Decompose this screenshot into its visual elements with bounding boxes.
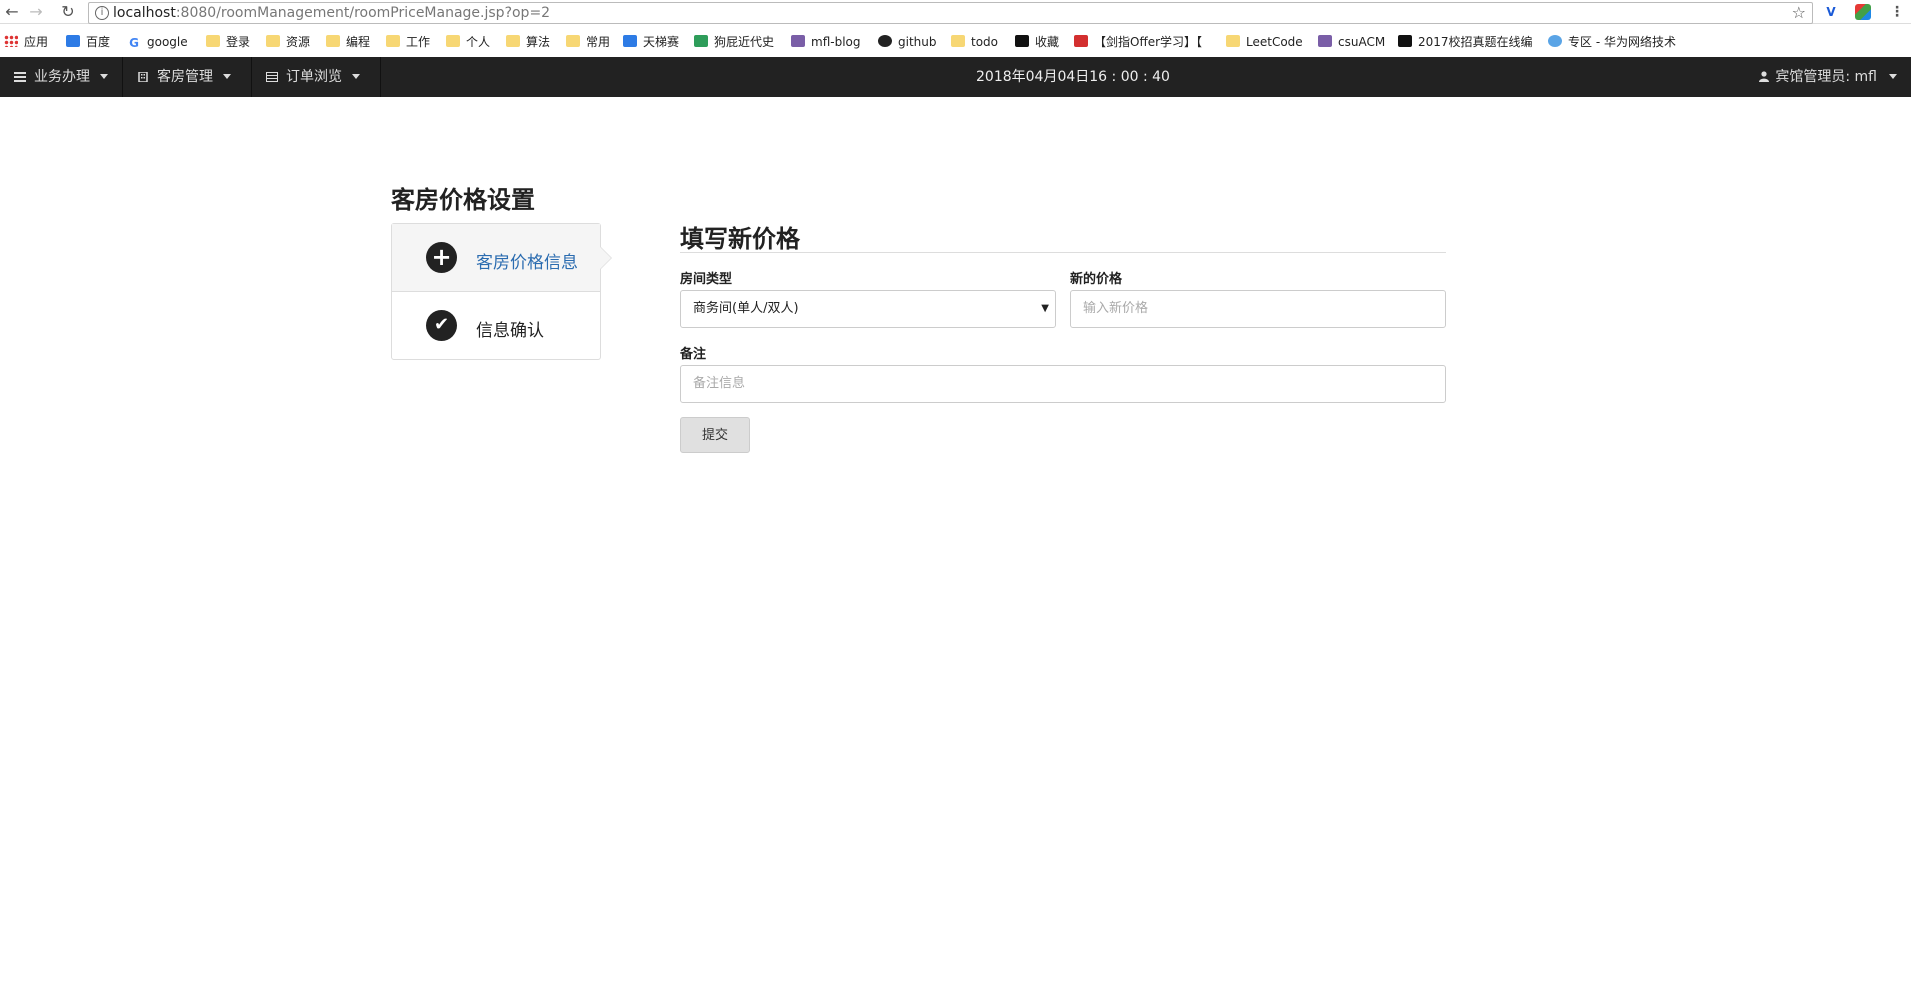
reload-icon[interactable]: ↻ — [58, 2, 78, 22]
step-confirm[interactable]: ✔ 信息确认 — [392, 292, 600, 360]
menu-business[interactable]: 业务办理 — [0, 57, 123, 97]
url-field[interactable]: i localhost:8080/roomManagement/roomPric… — [88, 2, 1813, 24]
extension-color-icon[interactable] — [1855, 4, 1871, 20]
folder-icon — [386, 35, 400, 47]
browser-address-bar-row: ← → ↻ i localhost:8080/roomManagement/ro… — [0, 0, 1911, 24]
bookmark-item[interactable]: Ggoogle — [127, 34, 188, 50]
bookmarks-bar: 应用 百度 Ggoogle 登录 资源 编程 工作 个人 算法 常用 天梯赛 狗… — [0, 30, 1911, 54]
note-field-wrapper — [680, 365, 1446, 403]
room-type-select[interactable]: 商务间(单人/双人) ▼ — [680, 290, 1056, 328]
caret-down-icon — [352, 74, 360, 79]
nowcoder-icon — [1398, 35, 1412, 47]
step-label: 客房价格信息 — [476, 253, 578, 273]
table-icon — [266, 72, 278, 82]
menu-rooms[interactable]: 客房管理 — [123, 57, 252, 97]
pat-icon — [623, 35, 637, 47]
csu-icon — [1318, 35, 1332, 47]
blog-icon — [791, 35, 805, 47]
form-divider — [680, 252, 1446, 253]
bookmark-item[interactable]: 算法 — [506, 34, 550, 50]
bookmark-item[interactable]: 常用 — [566, 34, 610, 50]
menu-orders[interactable]: 订单浏览 — [252, 57, 381, 97]
top-navbar: 业务办理 客房管理 订单浏览 2018年04月04日16 : 00 : 40 宾… — [0, 57, 1911, 97]
bookmark-item[interactable]: 2017校招真题在线编 — [1398, 34, 1533, 50]
folder-icon — [266, 35, 280, 47]
back-arrow-icon[interactable]: ← — [2, 2, 22, 22]
caret-down-icon — [100, 74, 108, 79]
note-input[interactable] — [693, 367, 1445, 401]
select-caret-icon: ▼ — [1041, 303, 1049, 314]
browser-menu-icon[interactable]: ⋮ — [1889, 4, 1905, 20]
url-path: :8080/roomManagement/roomPriceManage.jsp… — [175, 5, 551, 21]
check-circle-icon: ✔ — [426, 310, 457, 341]
form-title: 填写新价格 — [680, 225, 800, 253]
bookmark-item[interactable]: mfl-blog — [791, 34, 861, 50]
map-icon — [694, 35, 708, 47]
forward-arrow-icon[interactable]: → — [26, 2, 46, 22]
bookmark-item[interactable]: github — [878, 34, 936, 50]
menu-label: 订单浏览 — [286, 69, 342, 85]
bookmark-item[interactable]: 登录 — [206, 34, 250, 50]
building-icon — [138, 72, 148, 82]
github-icon — [878, 35, 892, 47]
note-label: 备注 — [680, 347, 707, 362]
room-type-value: 商务间(单人/双人) — [693, 301, 799, 316]
folder-icon — [206, 35, 220, 47]
user-icon — [1759, 71, 1770, 82]
bookmark-item[interactable]: 个人 — [446, 34, 490, 50]
apps-grid-icon — [4, 35, 18, 47]
active-step-pointer-fill — [600, 247, 611, 269]
leetcode-icon — [1226, 35, 1240, 47]
bookmark-item[interactable]: 天梯赛 — [623, 34, 679, 50]
step-list: + 客房价格信息 ✔ 信息确认 — [391, 223, 612, 360]
info-icon[interactable]: i — [95, 6, 109, 20]
bookmark-item[interactable]: todo — [951, 34, 998, 50]
new-price-label: 新的价格 — [1070, 272, 1123, 287]
bookmark-item[interactable]: 收藏 — [1015, 34, 1059, 50]
caret-down-icon — [223, 74, 231, 79]
user-label: 宾馆管理员: mfl — [1775, 69, 1877, 85]
new-price-field-wrapper — [1070, 290, 1446, 328]
bookmark-item[interactable]: 工作 — [386, 34, 430, 50]
folder-icon — [951, 35, 965, 47]
folder-icon — [506, 35, 520, 47]
bookmark-star-icon[interactable]: ☆ — [1792, 3, 1806, 23]
list-icon — [14, 72, 26, 82]
menu-label: 业务办理 — [34, 69, 90, 85]
caret-down-icon — [1889, 74, 1897, 79]
bookmark-item[interactable]: 百度 — [66, 34, 110, 50]
extension-v-icon[interactable]: V — [1823, 4, 1839, 20]
submit-button[interactable]: 提交 — [680, 417, 750, 453]
bookmark-item[interactable]: csuACM — [1318, 34, 1385, 50]
bookmark-item[interactable]: LeetCode — [1226, 34, 1303, 50]
user-menu[interactable]: 宾馆管理员: mfl — [1759, 57, 1897, 97]
room-type-label: 房间类型 — [680, 272, 733, 287]
baidu-icon — [66, 35, 80, 47]
step-price-info[interactable]: + 客房价格信息 — [392, 224, 612, 292]
folder-icon — [446, 35, 460, 47]
cloud-icon — [1548, 35, 1562, 47]
bookmark-item[interactable]: 资源 — [266, 34, 310, 50]
bookmark-item[interactable]: 应用 — [4, 34, 48, 50]
bookmark-item[interactable]: 专区 - 华为网络技术 — [1548, 34, 1676, 50]
bookmark-item[interactable]: 编程 — [326, 34, 370, 50]
google-icon: G — [127, 37, 141, 49]
folder-icon — [326, 35, 340, 47]
bookmark-item[interactable]: 【剑指Offer学习】【 — [1074, 34, 1202, 50]
folder-icon — [566, 35, 580, 47]
bookmark-item[interactable]: 狗屁近代史 — [694, 34, 774, 50]
menu-label: 客房管理 — [157, 69, 213, 85]
step-label: 信息确认 — [476, 321, 544, 341]
book-icon — [1015, 35, 1029, 47]
page-title: 客房价格设置 — [391, 186, 535, 214]
c-icon — [1074, 35, 1088, 47]
clock-display: 2018年04月04日16 : 00 : 40 — [976, 69, 1170, 85]
new-price-input[interactable] — [1083, 292, 1445, 326]
plus-circle-icon: + — [426, 242, 457, 273]
url-host: localhost — [113, 5, 176, 21]
